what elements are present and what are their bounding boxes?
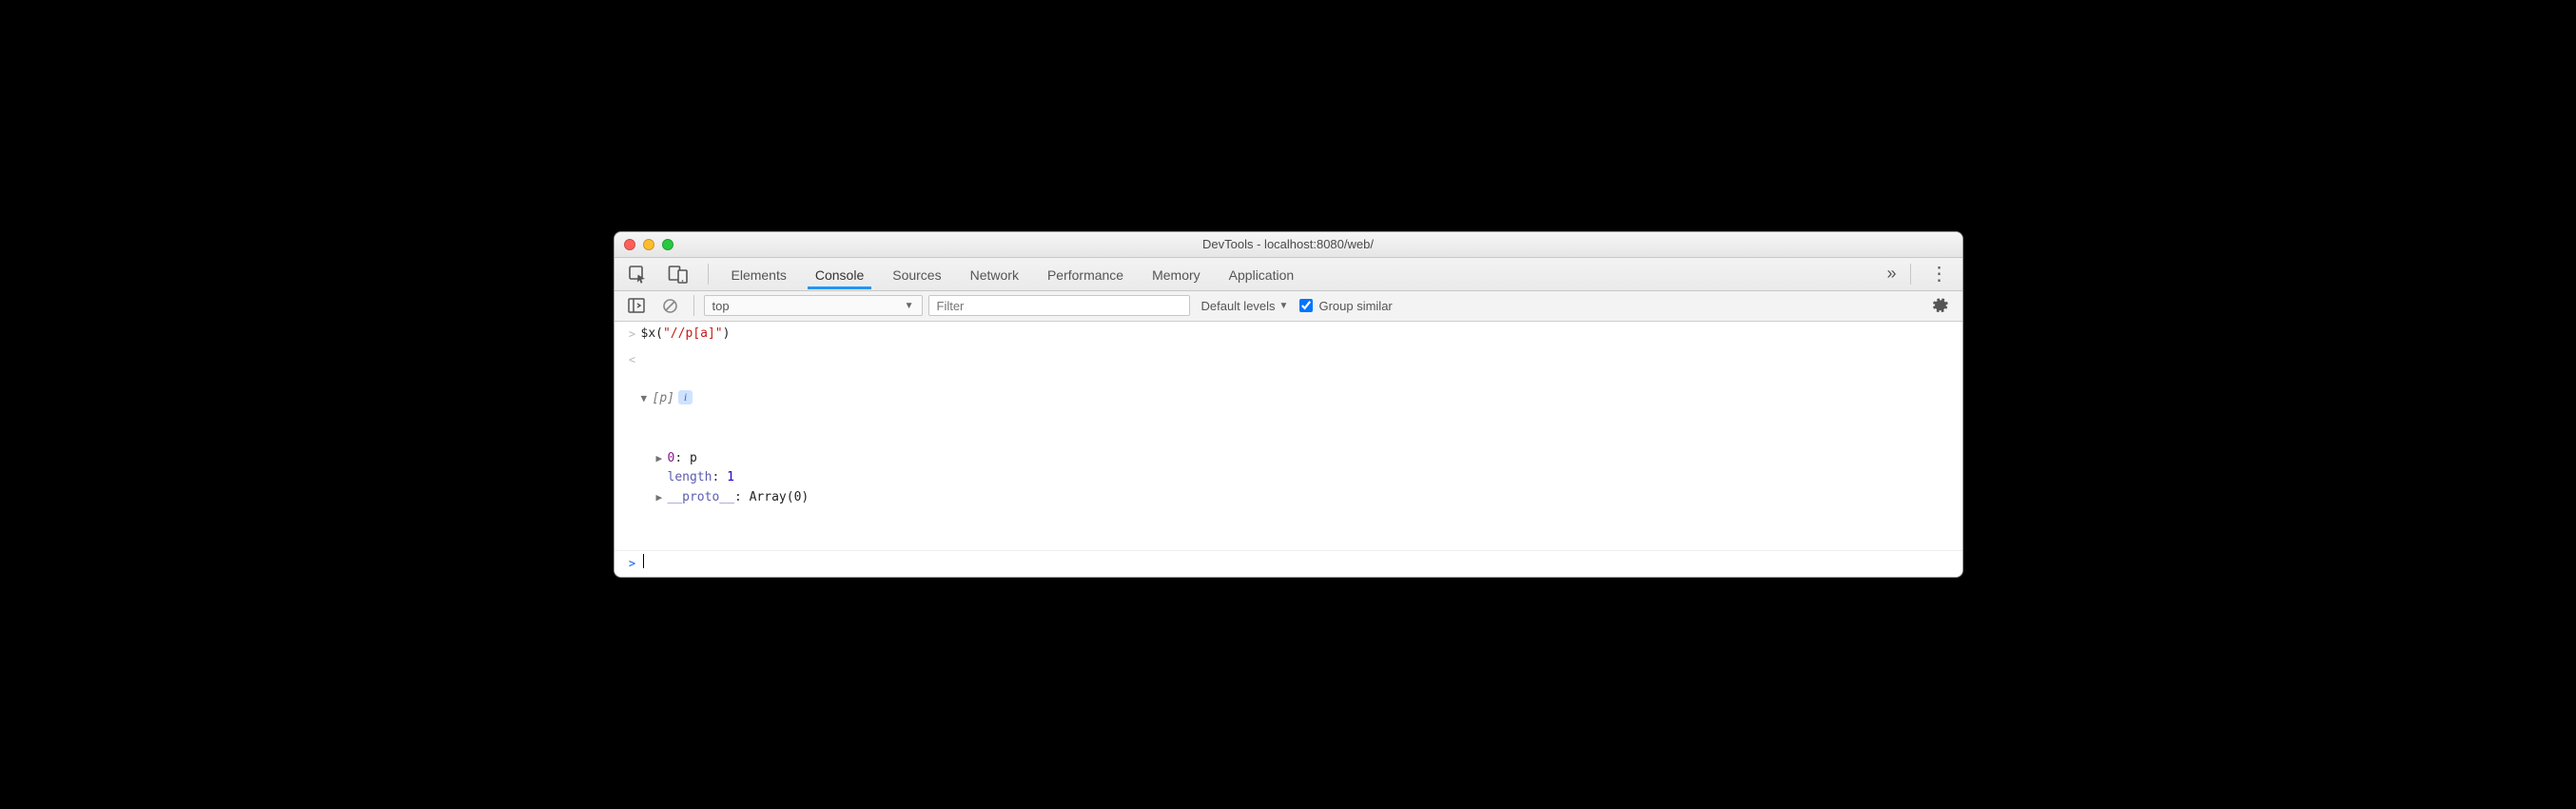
traffic-lights	[624, 239, 673, 250]
result-props: ▶0: plength: 1▶__proto__: Array(0)	[641, 449, 1953, 508]
clear-console-icon[interactable]	[656, 294, 684, 318]
console-result-row[interactable]: < ▼[p]i ▶0: plength: 1▶__proto__: Array(…	[615, 347, 1962, 552]
tab-elements[interactable]: Elements	[728, 260, 790, 288]
command-text: $x("//p[a]")	[641, 325, 1953, 345]
result-prop-line[interactable]: length: 1	[656, 468, 1953, 488]
console-body: > $x("//p[a]") < ▼[p]i ▶0: plength: 1▶__…	[615, 322, 1962, 578]
console-filter-input[interactable]	[928, 295, 1190, 316]
result-prop-line[interactable]: ▶0: p	[656, 449, 1953, 469]
toggle-device-toolbar-icon[interactable]	[662, 261, 694, 287]
disclosure-arrow-right-icon[interactable]: ▶	[656, 450, 668, 467]
prompt-caret-icon: >	[624, 554, 641, 573]
prop-key: length	[668, 470, 712, 484]
log-levels-label: Default levels	[1201, 299, 1276, 313]
chevron-down-icon: ▼	[905, 301, 914, 311]
prop-key: __proto__	[668, 490, 734, 504]
input-caret-icon: >	[624, 325, 641, 344]
execution-context-select[interactable]: top ▼	[704, 295, 923, 316]
disclosure-arrow-right-icon[interactable]: ▶	[656, 489, 668, 506]
devtools-tabbar: Elements Console Sources Network Performance…	[615, 258, 1962, 291]
prop-value: 1	[727, 470, 734, 484]
toggle-console-sidebar-icon[interactable]	[622, 294, 651, 317]
console-input[interactable]	[641, 554, 1953, 574]
group-similar-label: Group similar	[1318, 299, 1392, 313]
text-cursor	[643, 554, 644, 568]
more-tabs-icon[interactable]: »	[1883, 264, 1896, 284]
output-caret-icon: <	[624, 350, 641, 369]
console-toolbar: top ▼ Default levels ▼ Group similar	[615, 291, 1962, 322]
close-window-button[interactable]	[624, 239, 635, 250]
minimize-window-button[interactable]	[643, 239, 654, 250]
maximize-window-button[interactable]	[662, 239, 673, 250]
devtools-tabs: Elements Console Sources Network Performance…	[728, 260, 1874, 288]
group-similar-checkbox[interactable]: Group similar	[1299, 299, 1392, 313]
tab-performance[interactable]: Performance	[1044, 260, 1127, 288]
group-similar-input[interactable]	[1299, 299, 1313, 312]
tab-network[interactable]: Network	[966, 260, 1023, 288]
devtools-window: DevTools - localhost:8080/web/ Elements C…	[614, 231, 1963, 579]
window-titlebar: DevTools - localhost:8080/web/	[615, 232, 1962, 258]
prop-value: p	[690, 451, 697, 465]
console-command-row[interactable]: > $x("//p[a]")	[615, 322, 1962, 347]
disclosure-arrow-down-icon[interactable]: ▼	[641, 390, 653, 407]
tab-console[interactable]: Console	[811, 260, 868, 288]
menu-kebab-icon[interactable]: ⋮	[1924, 262, 1955, 286]
tab-application[interactable]: Application	[1225, 260, 1298, 288]
log-levels-select[interactable]: Default levels ▼	[1201, 299, 1289, 313]
divider	[1910, 264, 1911, 285]
inspect-element-icon[interactable]	[622, 261, 653, 287]
result-summary-line[interactable]: ▼[p]i	[641, 389, 1953, 409]
console-prompt-row[interactable]: >	[615, 551, 1962, 577]
execution-context-value: top	[712, 299, 730, 313]
result-prop-line[interactable]: ▶__proto__: Array(0)	[656, 488, 1953, 508]
tab-memory[interactable]: Memory	[1148, 260, 1204, 288]
console-settings-icon[interactable]	[1926, 293, 1955, 318]
prop-value: Array(0)	[750, 490, 810, 504]
result-content: ▼[p]i ▶0: plength: 1▶__proto__: Array(0)	[641, 350, 1953, 548]
chevron-down-icon: ▼	[1279, 301, 1289, 311]
info-badge-icon[interactable]: i	[678, 390, 693, 404]
tab-sources[interactable]: Sources	[888, 260, 945, 288]
window-title: DevTools - localhost:8080/web/	[624, 237, 1953, 251]
divider	[693, 295, 694, 316]
divider	[708, 264, 709, 285]
